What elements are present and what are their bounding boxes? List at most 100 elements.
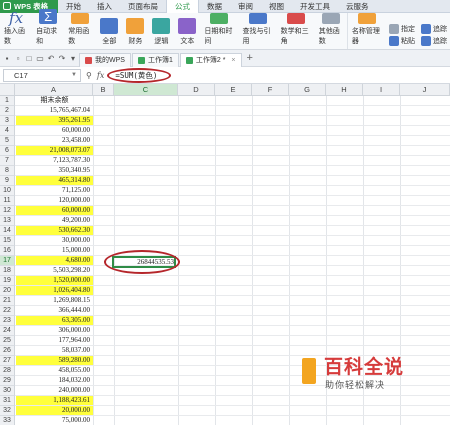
row-header-3[interactable]: 3 [0, 116, 15, 126]
row-header-11[interactable]: 11 [0, 196, 15, 206]
row-header-32[interactable]: 32 [0, 406, 15, 416]
row-header-17[interactable]: 17 [0, 256, 15, 266]
row-header-19[interactable]: 19 [0, 276, 15, 286]
text-button[interactable]: 文本 [174, 13, 200, 49]
cell-A14[interactable]: 530,662.30 [16, 226, 93, 235]
row-header-24[interactable]: 24 [0, 326, 15, 336]
function-icon[interactable]: fx [97, 71, 104, 80]
row-header-21[interactable]: 21 [0, 296, 15, 306]
cell-A23[interactable]: 63,305.00 [16, 316, 93, 325]
cell-A26[interactable]: 58,037.00 [16, 346, 93, 355]
column-header-A[interactable]: A [15, 84, 93, 96]
cell-A13[interactable]: 49,200.00 [16, 216, 93, 225]
cell-A16[interactable]: 15,000.00 [16, 246, 93, 255]
save-icon[interactable]: ▪ [2, 53, 12, 63]
menu-tab-2[interactable]: 页面布局 [120, 0, 166, 13]
doc-tab-my-wps[interactable]: 我的WPS [79, 52, 131, 67]
cell-A28[interactable]: 458,055.00 [16, 366, 93, 375]
insert-function-button[interactable]: fx 插入函数 [0, 10, 32, 49]
cell-A9[interactable]: 465,314.80 [16, 176, 93, 185]
cell-A24[interactable]: 306,000.00 [16, 326, 93, 335]
column-header-B[interactable]: B [93, 84, 114, 96]
zoom-search-icon[interactable]: ⚲ [86, 71, 92, 80]
select-all-corner[interactable] [0, 84, 15, 96]
row-header-5[interactable]: 5 [0, 136, 15, 146]
doc-tab-workbook2[interactable]: 工作簿2 * × [179, 52, 242, 67]
row-header-31[interactable]: 31 [0, 396, 15, 406]
cell-A6[interactable]: 21,008,073.07 [16, 146, 93, 155]
column-header-F[interactable]: F [252, 84, 289, 96]
row-header-9[interactable]: 9 [0, 176, 15, 186]
column-header-G[interactable]: G [289, 84, 326, 96]
trace-dependents-button[interactable]: 追踪 [421, 36, 447, 46]
row-header-33[interactable]: 33 [0, 416, 15, 425]
cell-A21[interactable]: 1,269,808.15 [16, 296, 93, 305]
cell-A3[interactable]: 395,261.95 [16, 116, 93, 125]
finance-button[interactable]: 财务 [122, 13, 148, 49]
customize-icon[interactable]: ▾ [68, 53, 78, 63]
common-functions-button[interactable]: 常用函数 [64, 13, 96, 49]
row-header-20[interactable]: 20 [0, 286, 15, 296]
row-header-10[interactable]: 10 [0, 186, 15, 196]
format-painter-icon[interactable]: ▭ [35, 53, 45, 63]
doc-tab-workbook1[interactable]: 工作簿1 [131, 52, 179, 67]
row-header-22[interactable]: 22 [0, 306, 15, 316]
cell-A15[interactable]: 30,000.00 [16, 236, 93, 245]
column-header-E[interactable]: E [215, 84, 252, 96]
math-button[interactable]: 数学和三角 [277, 13, 315, 49]
cell-A30[interactable]: 240,000.00 [16, 386, 93, 395]
menu-tab-0[interactable]: 开始 [58, 0, 89, 13]
undo-icon[interactable]: ↶ [46, 53, 56, 63]
menu-tab-5[interactable]: 审阅 [230, 0, 261, 13]
cell-A31[interactable]: 1,188,423.61 [16, 396, 93, 405]
cell-A25[interactable]: 177,964.00 [16, 336, 93, 345]
menu-tab-8[interactable]: 云服务 [338, 0, 377, 13]
cell-A19[interactable]: 1,520,000.00 [16, 276, 93, 285]
row-header-2[interactable]: 2 [0, 106, 15, 116]
cell-A10[interactable]: 71,125.00 [16, 186, 93, 195]
cell-A32[interactable]: 20,000.00 [16, 406, 93, 415]
cell-A20[interactable]: 1,026,404.80 [16, 286, 93, 295]
column-header-I[interactable]: I [363, 84, 400, 96]
column-header-H[interactable]: H [326, 84, 363, 96]
cell-A5[interactable]: 23,458.00 [16, 136, 93, 145]
column-header-C[interactable]: C [114, 84, 178, 96]
other-functions-button[interactable]: 其他函数 [315, 13, 347, 49]
paste-button[interactable]: 粘贴 [389, 36, 415, 46]
cell-A2[interactable]: 15,765,467.04 [16, 106, 93, 115]
datetime-button[interactable]: 日期和时间 [200, 13, 238, 49]
all-functions-button[interactable]: 全部 [96, 13, 122, 49]
row-header-16[interactable]: 16 [0, 246, 15, 256]
specify-button[interactable]: 指定 [389, 24, 415, 34]
row-header-28[interactable]: 28 [0, 366, 15, 376]
cell-A18[interactable]: 5,503,298.20 [16, 266, 93, 275]
row-header-18[interactable]: 18 [0, 266, 15, 276]
name-box[interactable]: C17 ▼ [3, 68, 81, 82]
row-header-26[interactable]: 26 [0, 346, 15, 356]
row-header-30[interactable]: 30 [0, 386, 15, 396]
menu-tab-6[interactable]: 视图 [261, 0, 292, 13]
row-header-6[interactable]: 6 [0, 146, 15, 156]
cell-A27[interactable]: 589,280.00 [16, 356, 93, 365]
name-manager-button[interactable]: 名称管理器 [346, 13, 386, 49]
row-header-8[interactable]: 8 [0, 166, 15, 176]
row-header-27[interactable]: 27 [0, 356, 15, 366]
column-header-D[interactable]: D [178, 84, 215, 96]
column-header-J[interactable]: J [400, 84, 450, 96]
menu-tab-7[interactable]: 开发工具 [292, 0, 338, 13]
cell-A12[interactable]: 60,000.00 [16, 206, 93, 215]
menu-tab-3[interactable]: 公式 [166, 0, 199, 13]
cell-A7[interactable]: 7,123,787.30 [16, 156, 93, 165]
row-header-25[interactable]: 25 [0, 336, 15, 346]
print-icon[interactable]: ▫ [13, 53, 23, 63]
logic-button[interactable]: 逻辑 [148, 13, 174, 49]
row-header-7[interactable]: 7 [0, 156, 15, 166]
cell-A4[interactable]: 60,000.00 [16, 126, 93, 135]
cell-A22[interactable]: 366,444.00 [16, 306, 93, 315]
row-header-1[interactable]: 1 [0, 96, 15, 106]
cell-A1-header[interactable]: 期末余额 [16, 96, 93, 105]
lookup-button[interactable]: 查找与引用 [238, 13, 276, 49]
redo-icon[interactable]: ↷ [57, 53, 67, 63]
new-tab-button[interactable]: + [247, 52, 253, 64]
row-header-4[interactable]: 4 [0, 126, 15, 136]
